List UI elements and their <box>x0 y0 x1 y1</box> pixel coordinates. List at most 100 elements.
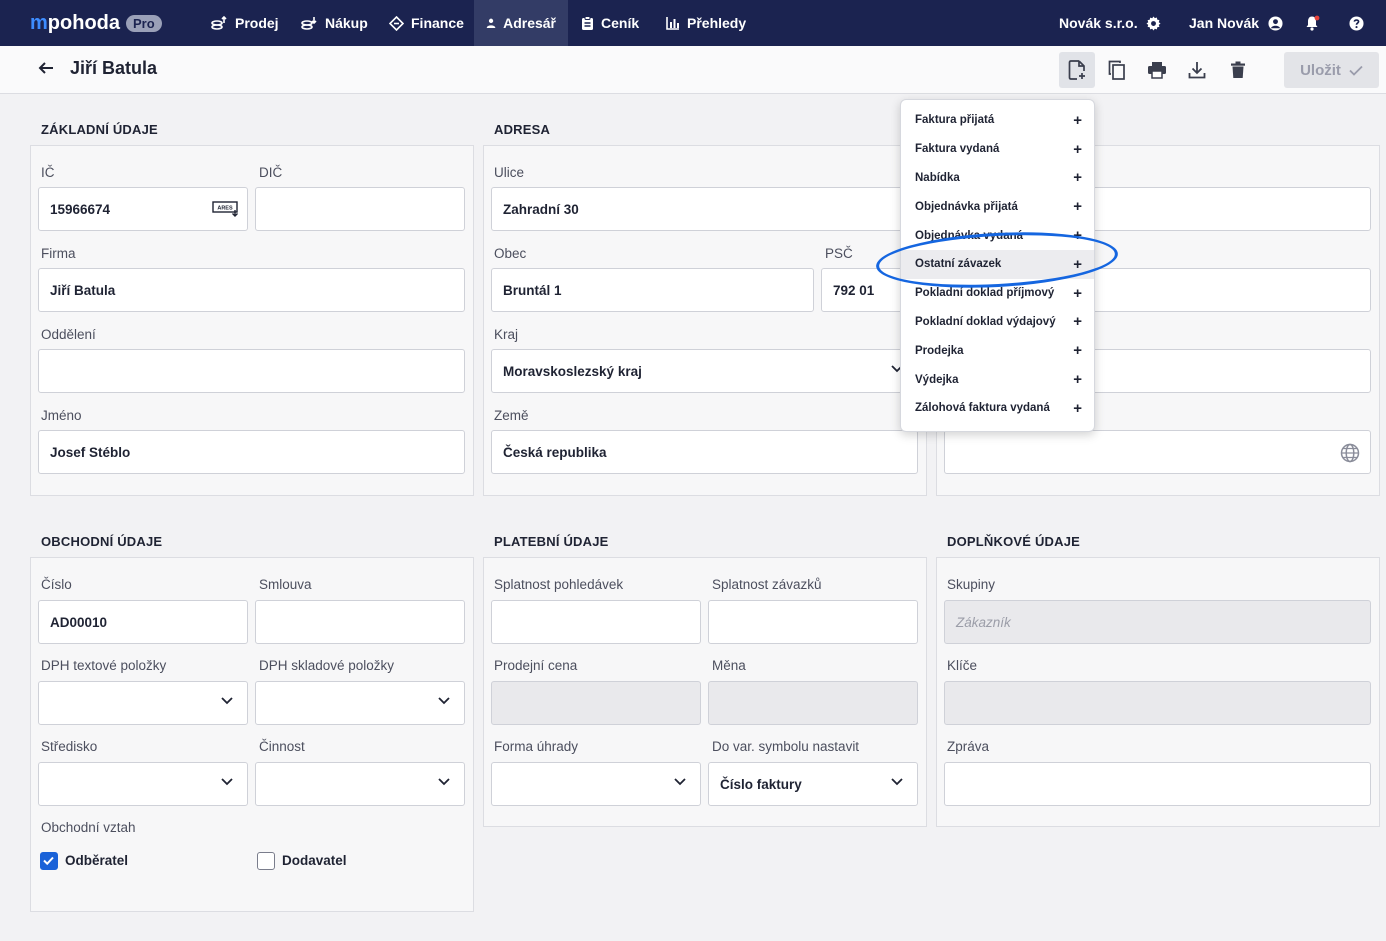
plus-icon: + <box>1073 198 1082 216</box>
help-button[interactable] <box>1349 0 1364 46</box>
globe-icon <box>1340 443 1360 463</box>
coins-up-icon <box>211 15 227 30</box>
kraj-select[interactable]: Moravskoslezský kraj <box>491 349 918 393</box>
gear-icon <box>1146 15 1161 31</box>
ulice-field[interactable]: Zahradní 30 <box>491 187 918 231</box>
menu-item-label: Objednávka přijatá <box>915 200 1018 213</box>
nav-label: Nákup <box>325 15 368 31</box>
nav-cenik[interactable]: Ceník <box>569 0 651 46</box>
dic-label: DIČ <box>259 165 283 180</box>
ic-field[interactable]: 15966674 ARES <box>38 187 248 231</box>
menu-item-label: Faktura přijatá <box>915 114 995 127</box>
section-title-zakladni: ZÁKLADNÍ ÚDAJE <box>41 122 158 137</box>
menu-item-faktura-prijata[interactable]: Faktura přijatá + <box>901 106 1094 135</box>
forma-uhrady-select[interactable] <box>491 762 701 806</box>
logo-text: pohoda <box>47 11 121 34</box>
menu-item-vydejka[interactable]: Výdejka + <box>901 365 1094 394</box>
check-icon <box>1349 65 1363 76</box>
menu-item-label: Pokladní doklad výdajový <box>915 315 1056 328</box>
menu-item-faktura-vydana[interactable]: Faktura vydaná + <box>901 135 1094 164</box>
ic-label: IČ <box>41 165 55 180</box>
zprava-field[interactable] <box>944 762 1371 806</box>
obec-field[interactable]: Bruntál 1 <box>491 268 814 312</box>
chevron-down-icon <box>221 778 233 786</box>
nav-label: Prodej <box>235 15 279 31</box>
coins-down-icon <box>301 17 317 30</box>
menu-item-nabidka[interactable]: Nabídka + <box>901 164 1094 193</box>
plus-icon: + <box>1073 111 1082 129</box>
menu-item-label: Faktura vydaná <box>915 143 1000 156</box>
page-title: Jiří Batula <box>70 58 158 78</box>
cinnost-select[interactable] <box>255 762 465 806</box>
zeme-field[interactable]: Česká republika <box>491 430 918 474</box>
smlouva-field[interactable] <box>255 600 465 644</box>
nav-nakup[interactable]: Nákup <box>288 0 380 46</box>
download-button[interactable] <box>1179 52 1215 88</box>
dph-skladove-select[interactable] <box>255 681 465 725</box>
save-button[interactable]: Uložit <box>1284 52 1379 88</box>
section-title-obchodni: OBCHODNÍ ÚDAJE <box>41 534 163 549</box>
user-menu[interactable]: Jan Novák <box>1189 0 1283 46</box>
notifications-button[interactable] <box>1305 0 1320 46</box>
odberatel-label[interactable]: Odběratel <box>65 853 128 868</box>
cislo-value: AD00010 <box>50 614 108 630</box>
menu-item-pokladni-doklad-vydajovy[interactable]: Pokladní doklad výdajový + <box>901 308 1094 337</box>
prodejni-cena-field <box>491 681 701 725</box>
plus-icon: + <box>1073 399 1082 417</box>
file-plus-icon <box>1068 60 1085 80</box>
pohoda-logo[interactable]: m pohoda Pro <box>30 10 162 36</box>
menu-item-zalohova-faktura-vydana[interactable]: Zálohová faktura vydaná + <box>901 394 1094 423</box>
create-document-menu: Faktura přijatá + Faktura vydaná + Nabídka… <box>900 99 1095 432</box>
printer-icon <box>1148 62 1166 79</box>
jmeno-label: Jméno <box>41 408 82 423</box>
nav-label: Adresář <box>503 15 556 31</box>
nav-prehledy[interactable]: Přehledy <box>654 0 758 46</box>
bar-chart-icon <box>666 17 679 30</box>
menu-item-ostatni-zavazek[interactable]: Ostatní závazek + <box>901 249 1094 279</box>
help-icon <box>1349 15 1364 31</box>
menu-item-pokladni-doklad-prijmovy[interactable]: Pokladní doklad příjmový + <box>901 279 1094 308</box>
menu-item-objednavka-prijata[interactable]: Objednávka přijatá + <box>901 192 1094 221</box>
copy-button[interactable] <box>1099 52 1135 88</box>
web-field[interactable] <box>944 430 1371 474</box>
nav-adresar[interactable]: Adresář <box>474 0 568 46</box>
dic-field[interactable] <box>255 187 465 231</box>
check-icon <box>43 856 54 866</box>
var-symbol-select[interactable]: Číslo faktury <box>708 762 918 806</box>
create-document-button[interactable] <box>1059 52 1095 88</box>
splatnost-pohledavek-field[interactable] <box>491 600 701 644</box>
company-switcher[interactable]: Novák s.r.o. <box>1059 0 1161 46</box>
person-icon <box>486 18 496 29</box>
firma-field[interactable]: Jiří Batula <box>38 268 465 312</box>
dodavatel-label[interactable]: Dodavatel <box>282 853 347 868</box>
jmeno-field[interactable]: Josef Stéblo <box>38 430 465 474</box>
dodavatel-checkbox[interactable] <box>257 852 275 870</box>
nav-prodej[interactable]: Prodej <box>198 0 291 46</box>
print-button[interactable] <box>1139 52 1175 88</box>
dph-skladove-label: DPH skladové položky <box>259 658 395 673</box>
stredisko-select[interactable] <box>38 762 248 806</box>
klice-field <box>944 681 1371 725</box>
smlouva-label: Smlouva <box>259 577 312 592</box>
user-circle-icon <box>1268 15 1283 31</box>
oddeleni-field[interactable] <box>38 349 465 393</box>
splatnost-pohledavek-label: Splatnost pohledávek <box>494 577 624 592</box>
chevron-down-icon <box>221 697 233 705</box>
menu-item-objednavka-vydana[interactable]: Objednávka vydaná + <box>901 221 1094 250</box>
menu-item-prodejka[interactable]: Prodejka + <box>901 336 1094 365</box>
dph-textove-select[interactable] <box>38 681 248 725</box>
psc-value: 792 01 <box>833 282 875 298</box>
splatnost-zavazku-field[interactable] <box>708 600 918 644</box>
section-title-platebni: PLATEBNÍ ÚDAJE <box>494 534 609 549</box>
arrow-left-icon[interactable] <box>38 60 54 76</box>
oddeleni-label: Oddělení <box>41 327 96 342</box>
ares-badge-text: ARES <box>217 206 233 212</box>
delete-button[interactable] <box>1220 52 1256 88</box>
ulice-value: Zahradní 30 <box>503 201 579 217</box>
odberatel-checkbox[interactable] <box>40 852 58 870</box>
finance-icon <box>389 15 404 31</box>
cislo-field[interactable]: AD00010 <box>38 600 248 644</box>
ares-lookup-icon[interactable]: ARES <box>212 201 240 217</box>
plus-icon: + <box>1073 227 1082 245</box>
nav-finance[interactable]: Finance <box>377 0 476 46</box>
